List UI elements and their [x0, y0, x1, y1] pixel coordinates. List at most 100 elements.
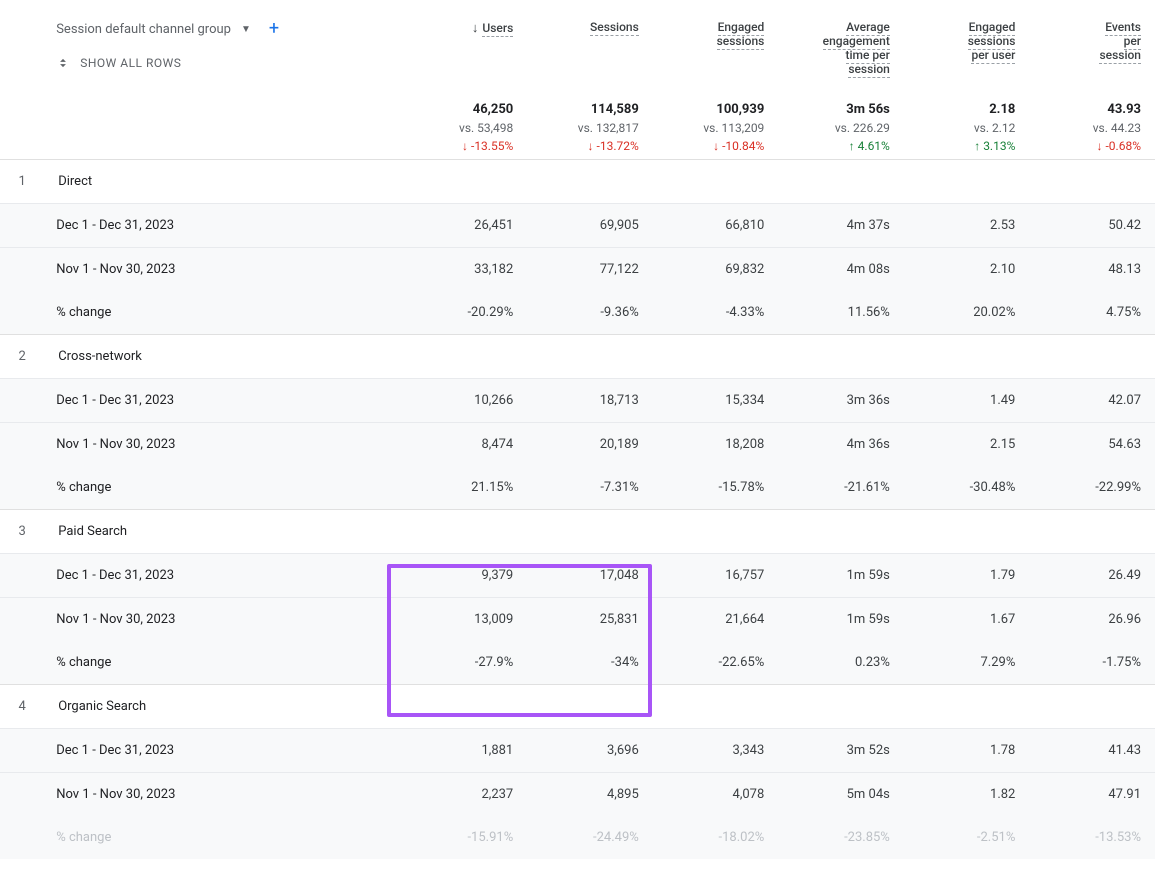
metric-cell: -20.29% — [402, 291, 528, 335]
metric-cell: 1.78 — [904, 729, 1030, 773]
dimension-selector[interactable]: Session default channel group ▼ + — [50, 20, 279, 38]
metric-cell: 3,343 — [653, 729, 779, 773]
column-header-avg-engagement[interactable]: Averageengagementtime persession — [778, 0, 904, 96]
metric-cell: 15,334 — [653, 379, 779, 423]
metric-cell: 26,451 — [402, 204, 528, 248]
metric-cell: 1.67 — [904, 598, 1030, 642]
metric-cell: 1.49 — [904, 379, 1030, 423]
metric-cell: 17,048 — [527, 554, 653, 598]
period-label: Dec 1 - Dec 31, 2023 — [50, 379, 402, 423]
metric-cell: 26.49 — [1029, 554, 1155, 598]
metric-cell: 4,078 — [653, 773, 779, 817]
metric-cell: -21.61% — [778, 466, 904, 510]
metric-cell: 3m 52s — [778, 729, 904, 773]
metric-cell: 2.10 — [904, 248, 1030, 292]
metric-cell: 26.96 — [1029, 598, 1155, 642]
metric-cell: 1m 59s — [778, 598, 904, 642]
metric-cell: 50.42 — [1029, 204, 1155, 248]
table-row: Dec 1 - Dec 31, 20231,8813,6963,3433m 52… — [0, 729, 1155, 773]
channel-name: Paid Search — [50, 510, 402, 554]
period-label: Nov 1 - Nov 30, 2023 — [50, 423, 402, 467]
table-row: Dec 1 - Dec 31, 202326,45169,90566,8104m… — [0, 204, 1155, 248]
period-label: Dec 1 - Dec 31, 2023 — [50, 554, 402, 598]
metric-cell: 5m 04s — [778, 773, 904, 817]
metric-cell: 48.13 — [1029, 248, 1155, 292]
channel-name: Organic Search — [50, 685, 402, 729]
metric-cell: 69,905 — [527, 204, 653, 248]
metric-cell: 2.15 — [904, 423, 1030, 467]
show-all-rows-button[interactable]: SHOW ALL ROWS — [50, 56, 181, 70]
channel-name: Cross-network — [50, 335, 402, 379]
metric-cell: -2.51% — [904, 816, 1030, 859]
period-label: Dec 1 - Dec 31, 2023 — [50, 729, 402, 773]
chevron-down-icon: ▼ — [241, 24, 251, 35]
total-cell: 46,250vs. 53,498-13.55% — [402, 96, 528, 160]
metric-cell: 1.79 — [904, 554, 1030, 598]
table-row[interactable]: 2Cross-network — [0, 335, 1155, 379]
analytics-table: Session default channel group ▼ + SHOW A… — [0, 0, 1155, 859]
period-label: Dec 1 - Dec 31, 2023 — [50, 204, 402, 248]
metric-cell: 33,182 — [402, 248, 528, 292]
column-header-events-per-session[interactable]: Eventspersession — [1029, 0, 1155, 96]
metric-cell: 0.23% — [778, 641, 904, 685]
metric-cell: 4,895 — [527, 773, 653, 817]
add-dimension-button[interactable]: + — [261, 20, 279, 38]
table-row: % change-27.9%-34%-22.65%0.23%7.29%-1.75… — [0, 641, 1155, 685]
metric-cell: -23.85% — [778, 816, 904, 859]
metric-cell: 8,474 — [402, 423, 528, 467]
metric-cell: 20.02% — [904, 291, 1030, 335]
metric-cell: 77,122 — [527, 248, 653, 292]
metric-cell: 69,832 — [653, 248, 779, 292]
table-row: % change-15.91%-24.49%-18.02%-23.85%-2.5… — [0, 816, 1155, 859]
metric-cell: -27.9% — [402, 641, 528, 685]
metric-cell: 7.29% — [904, 641, 1030, 685]
metric-cell: 18,713 — [527, 379, 653, 423]
total-cell: 3m 56svs. 226.294.61% — [778, 96, 904, 160]
table-row[interactable]: 1Direct — [0, 160, 1155, 204]
metric-cell: -9.36% — [527, 291, 653, 335]
table-row: Nov 1 - Nov 30, 20232,2374,8954,0785m 04… — [0, 773, 1155, 817]
table-row: % change-20.29%-9.36%-4.33%11.56%20.02%4… — [0, 291, 1155, 335]
total-cell: 114,589vs. 132,817-13.72% — [527, 96, 653, 160]
period-label: % change — [50, 816, 402, 859]
metric-cell: 1m 59s — [778, 554, 904, 598]
table-row[interactable]: 3Paid Search — [0, 510, 1155, 554]
metric-cell: 4m 08s — [778, 248, 904, 292]
totals-row: 46,250vs. 53,498-13.55%114,589vs. 132,81… — [0, 96, 1155, 160]
total-cell: 2.18vs. 2.123.13% — [904, 96, 1030, 160]
metric-cell: 4m 37s — [778, 204, 904, 248]
column-header-engaged-per-user[interactable]: Engagedsessionsper user — [904, 0, 1030, 96]
metric-cell: 25,831 — [527, 598, 653, 642]
period-label: Nov 1 - Nov 30, 2023 — [50, 773, 402, 817]
table-row[interactable]: 4Organic Search — [0, 685, 1155, 729]
metric-cell: 54.63 — [1029, 423, 1155, 467]
metric-cell: -22.65% — [653, 641, 779, 685]
column-header-sessions[interactable]: Sessions — [527, 0, 653, 96]
metric-cell: 10,266 — [402, 379, 528, 423]
row-index: 4 — [0, 685, 50, 729]
metric-cell: 21,664 — [653, 598, 779, 642]
dimension-label: Session default channel group — [56, 22, 231, 37]
metric-cell: 66,810 — [653, 204, 779, 248]
column-header-engaged-sessions[interactable]: Engagedsessions — [653, 0, 779, 96]
metric-cell: 9,379 — [402, 554, 528, 598]
metric-cell: -1.75% — [1029, 641, 1155, 685]
table-row: Nov 1 - Nov 30, 202313,00925,83121,6641m… — [0, 598, 1155, 642]
metric-cell: -7.31% — [527, 466, 653, 510]
table-row: Nov 1 - Nov 30, 202333,18277,12269,8324m… — [0, 248, 1155, 292]
metric-cell: 11.56% — [778, 291, 904, 335]
metric-cell: 3m 36s — [778, 379, 904, 423]
table-row: Dec 1 - Dec 31, 20239,37917,04816,7571m … — [0, 554, 1155, 598]
period-label: Nov 1 - Nov 30, 2023 — [50, 248, 402, 292]
metric-cell: 18,208 — [653, 423, 779, 467]
table-row: Dec 1 - Dec 31, 202310,26618,71315,3343m… — [0, 379, 1155, 423]
metric-cell: 2,237 — [402, 773, 528, 817]
column-header-users[interactable]: Users — [402, 0, 528, 96]
metric-cell: 16,757 — [653, 554, 779, 598]
metric-cell: 1,881 — [402, 729, 528, 773]
total-cell: 100,939vs. 113,209-10.84% — [653, 96, 779, 160]
metric-cell: -13.53% — [1029, 816, 1155, 859]
metric-cell: 4m 36s — [778, 423, 904, 467]
total-cell: 43.93vs. 44.23-0.68% — [1029, 96, 1155, 160]
metric-cell: -15.91% — [402, 816, 528, 859]
